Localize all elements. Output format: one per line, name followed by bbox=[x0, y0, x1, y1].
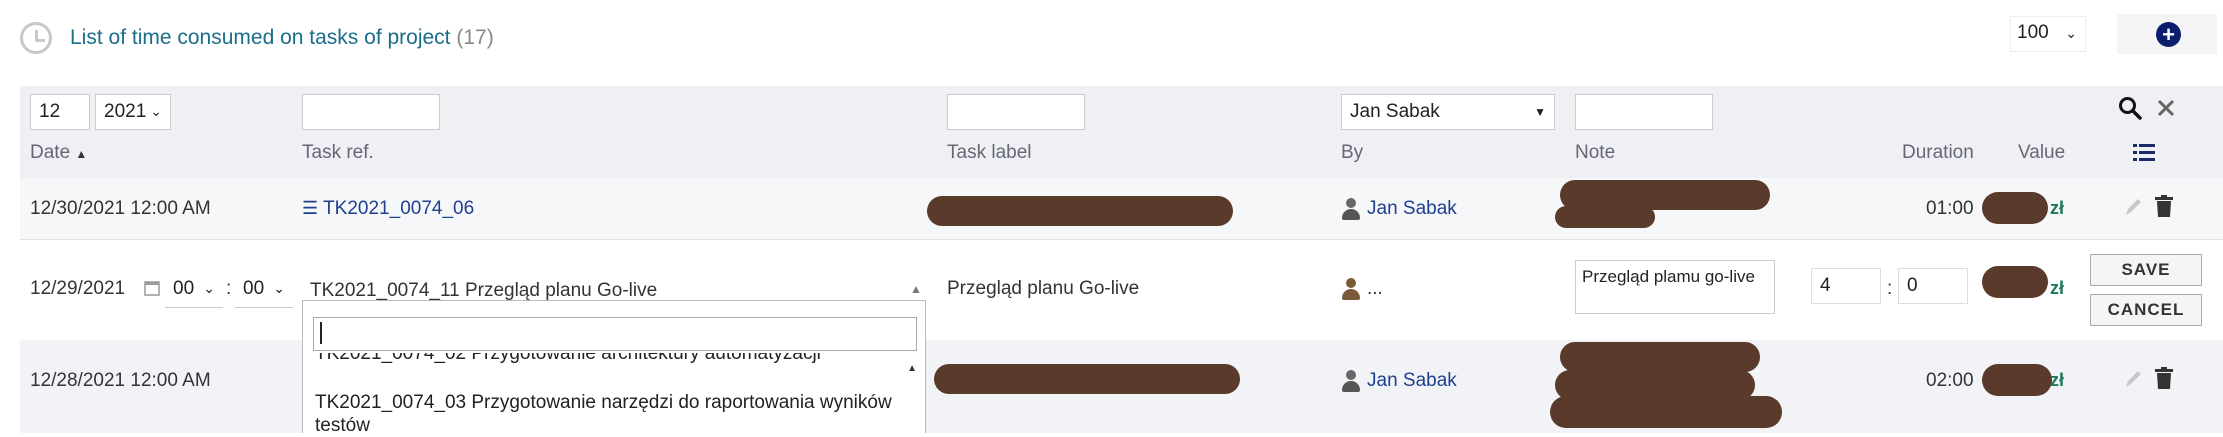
plus-circle-icon: + bbox=[2156, 22, 2181, 47]
task-ref-column-header[interactable]: Task ref. bbox=[302, 142, 374, 164]
by-column-header[interactable]: By bbox=[1341, 142, 1363, 164]
redacted-note bbox=[1555, 206, 1655, 228]
by-filter-select[interactable]: Jan Sabak ▼ bbox=[1341, 94, 1555, 130]
pencil-icon[interactable] bbox=[2123, 368, 2143, 390]
edit-task-value: TK2021_0074_11 Przegląd planu Go-live bbox=[310, 280, 658, 301]
task-label-column-header[interactable]: Task label bbox=[947, 142, 1032, 164]
row-date: 12/30/2021 12:00 AM bbox=[30, 198, 211, 219]
task-ref-filter-input[interactable] bbox=[302, 94, 440, 130]
edit-minute-select[interactable]: 00 ⌄ bbox=[235, 272, 293, 308]
row-user-name: Jan Sabak bbox=[1367, 370, 1457, 392]
record-count: (17) bbox=[456, 26, 494, 49]
redacted-note bbox=[1560, 342, 1760, 372]
note-column-header[interactable]: Note bbox=[1575, 142, 1615, 164]
task-label-filter-input[interactable] bbox=[947, 94, 1085, 130]
month-filter-input[interactable]: 12 bbox=[30, 94, 90, 130]
filter-bar: 12 2021 ⌄ Jan Sabak ▼ bbox=[20, 86, 2223, 178]
dropdown-item-continuation[interactable]: testów bbox=[315, 415, 370, 437]
row-duration: 01:00 bbox=[1926, 198, 1974, 219]
page-title: List of time consumed on tasks of projec… bbox=[70, 26, 494, 50]
trash-icon[interactable] bbox=[2155, 195, 2173, 217]
pencil-icon[interactable] bbox=[2123, 196, 2143, 218]
edit-task-label: Przegląd planu Go-live bbox=[947, 278, 1140, 299]
edit-minute-value: 00 bbox=[243, 278, 265, 299]
date-header-label: Date bbox=[30, 142, 71, 163]
row-task-ref: TK2021_0074_06 bbox=[323, 198, 475, 219]
sort-asc-icon: ▲ bbox=[75, 147, 88, 161]
page-size-value: 100 bbox=[2017, 22, 2049, 43]
save-button[interactable]: SAVE bbox=[2090, 254, 2202, 286]
row-task-ref-link[interactable]: ☰ TK2021_0074_06 bbox=[302, 198, 474, 220]
text-cursor bbox=[320, 322, 322, 344]
cancel-button[interactable]: CANCEL bbox=[2090, 294, 2202, 326]
duration-column-header[interactable]: Duration bbox=[1902, 142, 1974, 164]
edit-date-input[interactable]: 12/29/2021 bbox=[30, 278, 125, 300]
redacted-note bbox=[1550, 396, 1782, 428]
duration-minutes-input[interactable]: 0 bbox=[1898, 268, 1968, 304]
row-user-name: Jan Sabak bbox=[1367, 198, 1457, 220]
task-dropdown: TK2021_0074_02 Przygotowanie architektur… bbox=[302, 300, 927, 436]
dropdown-search-input[interactable] bbox=[313, 317, 917, 351]
duration-hours-input[interactable]: 4 bbox=[1811, 268, 1881, 304]
edit-user-select[interactable]: ... ▼ bbox=[1341, 278, 1585, 300]
row-user[interactable]: Jan Sabak bbox=[1341, 370, 1457, 392]
task-list-icon: ☰ bbox=[302, 198, 319, 218]
edit-hour-select[interactable]: 00 ⌄ bbox=[165, 272, 223, 308]
chevron-down-icon: ⌄ bbox=[273, 280, 285, 296]
chevron-down-icon: ⌄ bbox=[150, 103, 162, 119]
row-user[interactable]: Jan Sabak bbox=[1341, 198, 1457, 220]
note-filter-input[interactable] bbox=[1575, 94, 1713, 130]
table-row: 12/30/2021 12:00 AM ☰ TK2021_0074_06 Jan… bbox=[20, 178, 2223, 240]
search-icon[interactable] bbox=[2118, 96, 2142, 120]
page-title-text: List of time consumed on tasks of projec… bbox=[70, 26, 451, 49]
dropdown-item: TK2021_0074_02 Przygotowanie architektur… bbox=[315, 353, 821, 364]
edit-user-value: ... bbox=[1367, 278, 1383, 300]
chevron-down-icon: ⌄ bbox=[203, 280, 215, 296]
redacted-task-label bbox=[934, 364, 1240, 394]
redacted-value bbox=[1982, 364, 2052, 396]
list-icon[interactable] bbox=[2133, 142, 2155, 162]
value-column-header[interactable]: Value bbox=[2018, 142, 2065, 164]
user-icon bbox=[1341, 278, 1361, 300]
by-filter-value: Jan Sabak bbox=[1350, 101, 1440, 122]
add-button[interactable]: + bbox=[2117, 14, 2217, 54]
user-icon bbox=[1341, 198, 1361, 220]
caret-down-icon: ▼ bbox=[1534, 105, 1546, 119]
page-size-select[interactable]: 100 ⌄ bbox=[2010, 16, 2086, 52]
row-date: 12/28/2021 12:00 AM bbox=[30, 370, 211, 391]
redacted-task-label bbox=[927, 196, 1233, 226]
row-currency: zł bbox=[2050, 198, 2065, 218]
duration-separator: : bbox=[1887, 278, 1893, 299]
edit-task-select[interactable]: TK2021_0074_11 Przegląd planu Go-live ▲ bbox=[310, 280, 946, 302]
user-icon bbox=[1341, 370, 1361, 392]
year-filter-value: 2021 bbox=[104, 101, 147, 122]
edit-note-textarea[interactable]: Przegląd plamu go-live bbox=[1575, 260, 1775, 314]
dropdown-item[interactable]: TK2021_0074_03 Przygotowanie narzędzi do… bbox=[315, 392, 892, 414]
caret-up-icon: ▲ bbox=[910, 282, 922, 296]
clock-icon bbox=[20, 22, 52, 54]
row-currency: zł bbox=[2050, 370, 2065, 390]
scroll-up-icon[interactable]: ▲ bbox=[907, 363, 917, 374]
redacted-value bbox=[1982, 192, 2048, 224]
edit-hour-value: 00 bbox=[173, 278, 195, 299]
date-column-header[interactable]: Date ▲ bbox=[30, 142, 87, 164]
chevron-down-icon: ⌄ bbox=[2065, 25, 2077, 41]
trash-icon[interactable] bbox=[2155, 367, 2173, 389]
close-icon[interactable] bbox=[2156, 98, 2176, 118]
row-duration: 02:00 bbox=[1926, 370, 1974, 391]
redacted-value bbox=[1982, 266, 2048, 298]
time-separator: : bbox=[226, 278, 232, 299]
year-filter-select[interactable]: 2021 ⌄ bbox=[95, 94, 171, 130]
edit-currency: zł bbox=[2050, 278, 2065, 298]
calendar-icon[interactable] bbox=[144, 280, 160, 296]
dropdown-clipped-item[interactable]: TK2021_0074_02 Przygotowanie architektur… bbox=[303, 353, 927, 367]
